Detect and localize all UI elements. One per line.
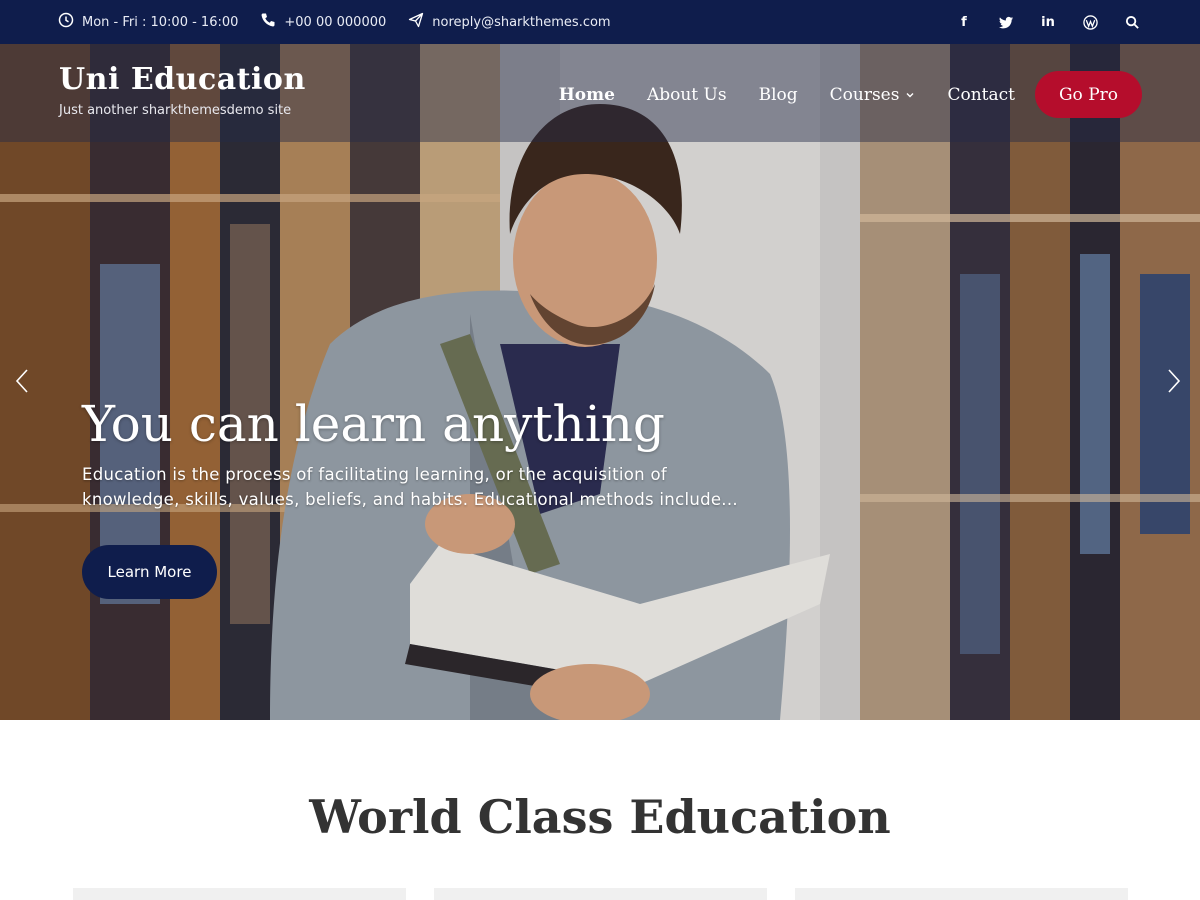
hero-overlay: [0, 44, 1200, 720]
chevron-right-icon: [1168, 369, 1181, 393]
hero-content: You can learn anything Education is the …: [82, 394, 802, 512]
hours-text: Mon - Fri : 10:00 - 16:00: [82, 14, 239, 30]
linkedin-icon[interactable]: in: [1038, 12, 1058, 32]
nav-item-blog[interactable]: Blog: [759, 85, 798, 105]
email-text[interactable]: noreply@sharkthemes.com: [432, 15, 610, 30]
feature-card[interactable]: [795, 888, 1128, 900]
twitter-icon[interactable]: [996, 12, 1016, 32]
send-icon: [408, 12, 424, 32]
nav-item-home[interactable]: Home: [559, 85, 615, 105]
go-pro-button[interactable]: Go Pro: [1034, 71, 1142, 118]
wordpress-icon[interactable]: [1080, 12, 1100, 32]
hero-description-line-1: Education is the process of facilitating…: [82, 465, 667, 484]
email-item[interactable]: noreply@sharkthemes.com: [408, 12, 611, 32]
hero-title: You can learn anything: [82, 395, 665, 453]
slider-prev-button[interactable]: [10, 366, 34, 396]
main-navigation: Home About Us Blog Courses Contact Go Pr…: [559, 71, 1142, 118]
clock-icon: [58, 12, 74, 32]
nav-item-courses[interactable]: Courses: [830, 85, 916, 105]
hours-item: Mon - Fri : 10:00 - 16:00: [58, 12, 238, 32]
site-branding[interactable]: Uni Education Just another sharkthemesde…: [59, 62, 306, 118]
top-bar: Mon - Fri : 10:00 - 16:00 +00 00 000000 …: [0, 0, 1200, 44]
nav-item-courses-label: Courses: [829, 84, 900, 105]
nav-item-about-us[interactable]: About Us: [647, 85, 727, 105]
search-icon[interactable]: [1122, 12, 1142, 32]
feature-cards: [73, 888, 1128, 900]
facebook-icon[interactable]: f: [954, 12, 974, 32]
site-description: Just another sharkthemesdemo site: [59, 103, 292, 118]
learn-more-button[interactable]: Learn More: [82, 545, 217, 599]
phone-icon: [260, 12, 276, 32]
contact-info: Mon - Fri : 10:00 - 16:00 +00 00 000000 …: [58, 12, 611, 32]
phone-text[interactable]: +00 00 000000: [284, 15, 386, 30]
hero-slider: Uni Education Just another sharkthemesde…: [0, 44, 1200, 720]
phone-item[interactable]: +00 00 000000: [260, 12, 386, 32]
hero-description-line-2: knowledge, skills, values, beliefs, and …: [82, 490, 738, 509]
hero-description: Education is the process of facilitating…: [82, 462, 802, 512]
nav-item-contact[interactable]: Contact: [947, 85, 1015, 105]
feature-card[interactable]: [434, 888, 767, 900]
section-title: World Class Education: [309, 790, 891, 844]
chevron-left-icon: [15, 369, 28, 393]
chevron-down-icon: [906, 92, 914, 97]
site-title[interactable]: Uni Education: [59, 62, 306, 97]
social-links: f in: [954, 12, 1142, 32]
slider-next-button[interactable]: [1162, 366, 1186, 396]
feature-card[interactable]: [73, 888, 406, 900]
